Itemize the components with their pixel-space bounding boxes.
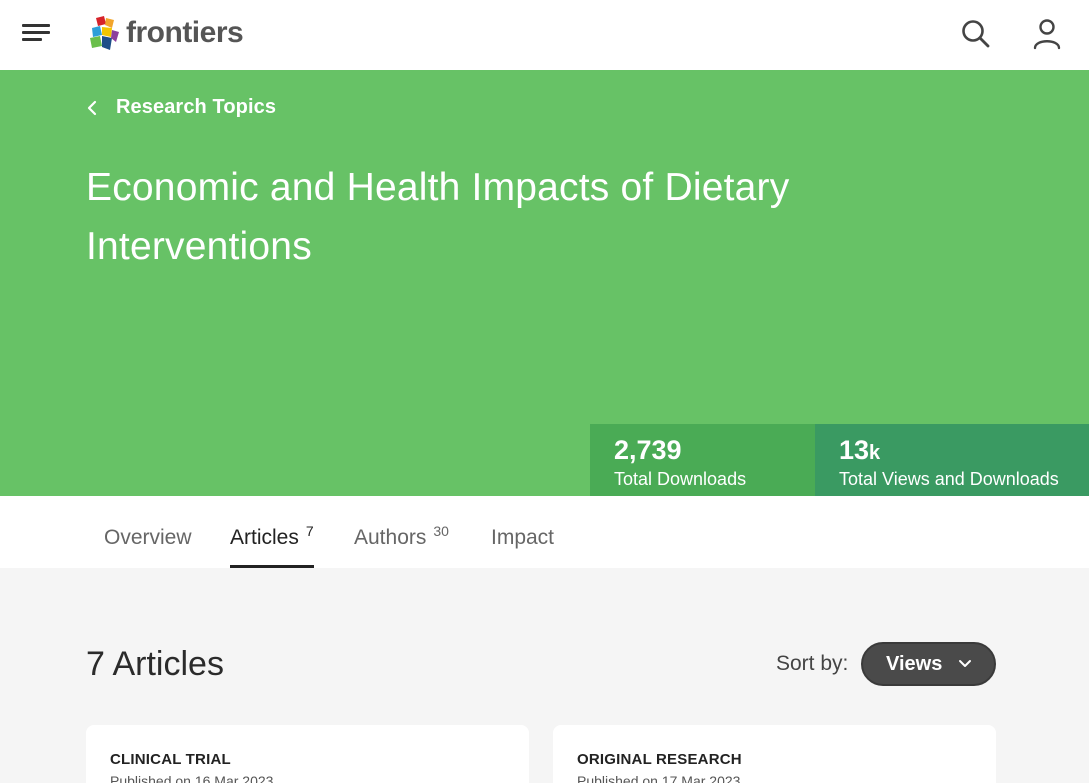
stat-caption: Total Downloads <box>614 469 747 489</box>
tab-overview[interactable]: Overview <box>104 526 192 568</box>
tab-label: Authors <box>354 526 427 549</box>
sort-label: Sort by: <box>776 652 849 675</box>
page-title: Economic and Health Impacts of Dietary I… <box>86 166 790 268</box>
article-card[interactable]: CLINICAL TRIAL Published on 16 Mar 2023 <box>86 725 529 783</box>
tab-impact[interactable]: Impact <box>491 526 554 568</box>
search-icon[interactable] <box>960 18 992 50</box>
menu-line <box>22 31 50 34</box>
user-icon[interactable] <box>1031 17 1063 51</box>
menu-line <box>22 24 50 27</box>
tab-label: Articles <box>230 526 299 549</box>
tab-label: Overview <box>104 526 192 549</box>
top-navigation-bar: frontiers <box>0 0 1089 70</box>
active-tab-indicator <box>230 565 314 568</box>
hamburger-menu-icon[interactable] <box>22 22 50 44</box>
topic-tabs: Overview Articles 7 Authors 30 Impact <box>0 496 1089 568</box>
total-views-stat: 13k Total Views and Downloads <box>815 424 1089 496</box>
article-type: ORIGINAL RESEARCH <box>577 751 742 768</box>
article-date: Published on 16 Mar 2023 <box>110 773 274 783</box>
stat-caption: Total Views and Downloads <box>839 469 1059 489</box>
breadcrumb-research-topics[interactable]: Research Topics <box>86 96 276 119</box>
stat-value: 13k <box>839 435 881 465</box>
menu-line <box>22 38 42 41</box>
articles-heading: 7 Articles <box>86 645 224 683</box>
frontiers-logo[interactable]: frontiers <box>90 15 244 51</box>
tab-label: Impact <box>491 526 555 549</box>
frontiers-logo-mark-icon <box>90 16 119 50</box>
total-downloads-stat: 2,739 Total Downloads <box>590 424 815 496</box>
chevron-left-icon <box>87 100 97 115</box>
tab-authors[interactable]: Authors 30 <box>354 523 449 568</box>
logo-text: frontiers <box>126 16 244 49</box>
breadcrumb-label: Research Topics <box>116 96 277 118</box>
tab-count: 7 <box>305 523 314 539</box>
article-type: CLINICAL TRIAL <box>110 751 231 768</box>
sort-value: Views <box>886 652 943 675</box>
article-card[interactable]: ORIGINAL RESEARCH Published on 17 Mar 20… <box>553 725 996 783</box>
tab-count: 30 <box>433 523 449 539</box>
tab-articles[interactable]: Articles 7 <box>230 523 314 568</box>
sort-dropdown[interactable]: Views <box>861 642 996 686</box>
article-date: Published on 17 Mar 2023 <box>577 773 741 783</box>
research-topic-hero: Research Topics Economic and Health Impa… <box>0 70 1089 496</box>
chevron-down-icon <box>959 660 972 667</box>
stat-value: 2,739 <box>614 435 682 465</box>
